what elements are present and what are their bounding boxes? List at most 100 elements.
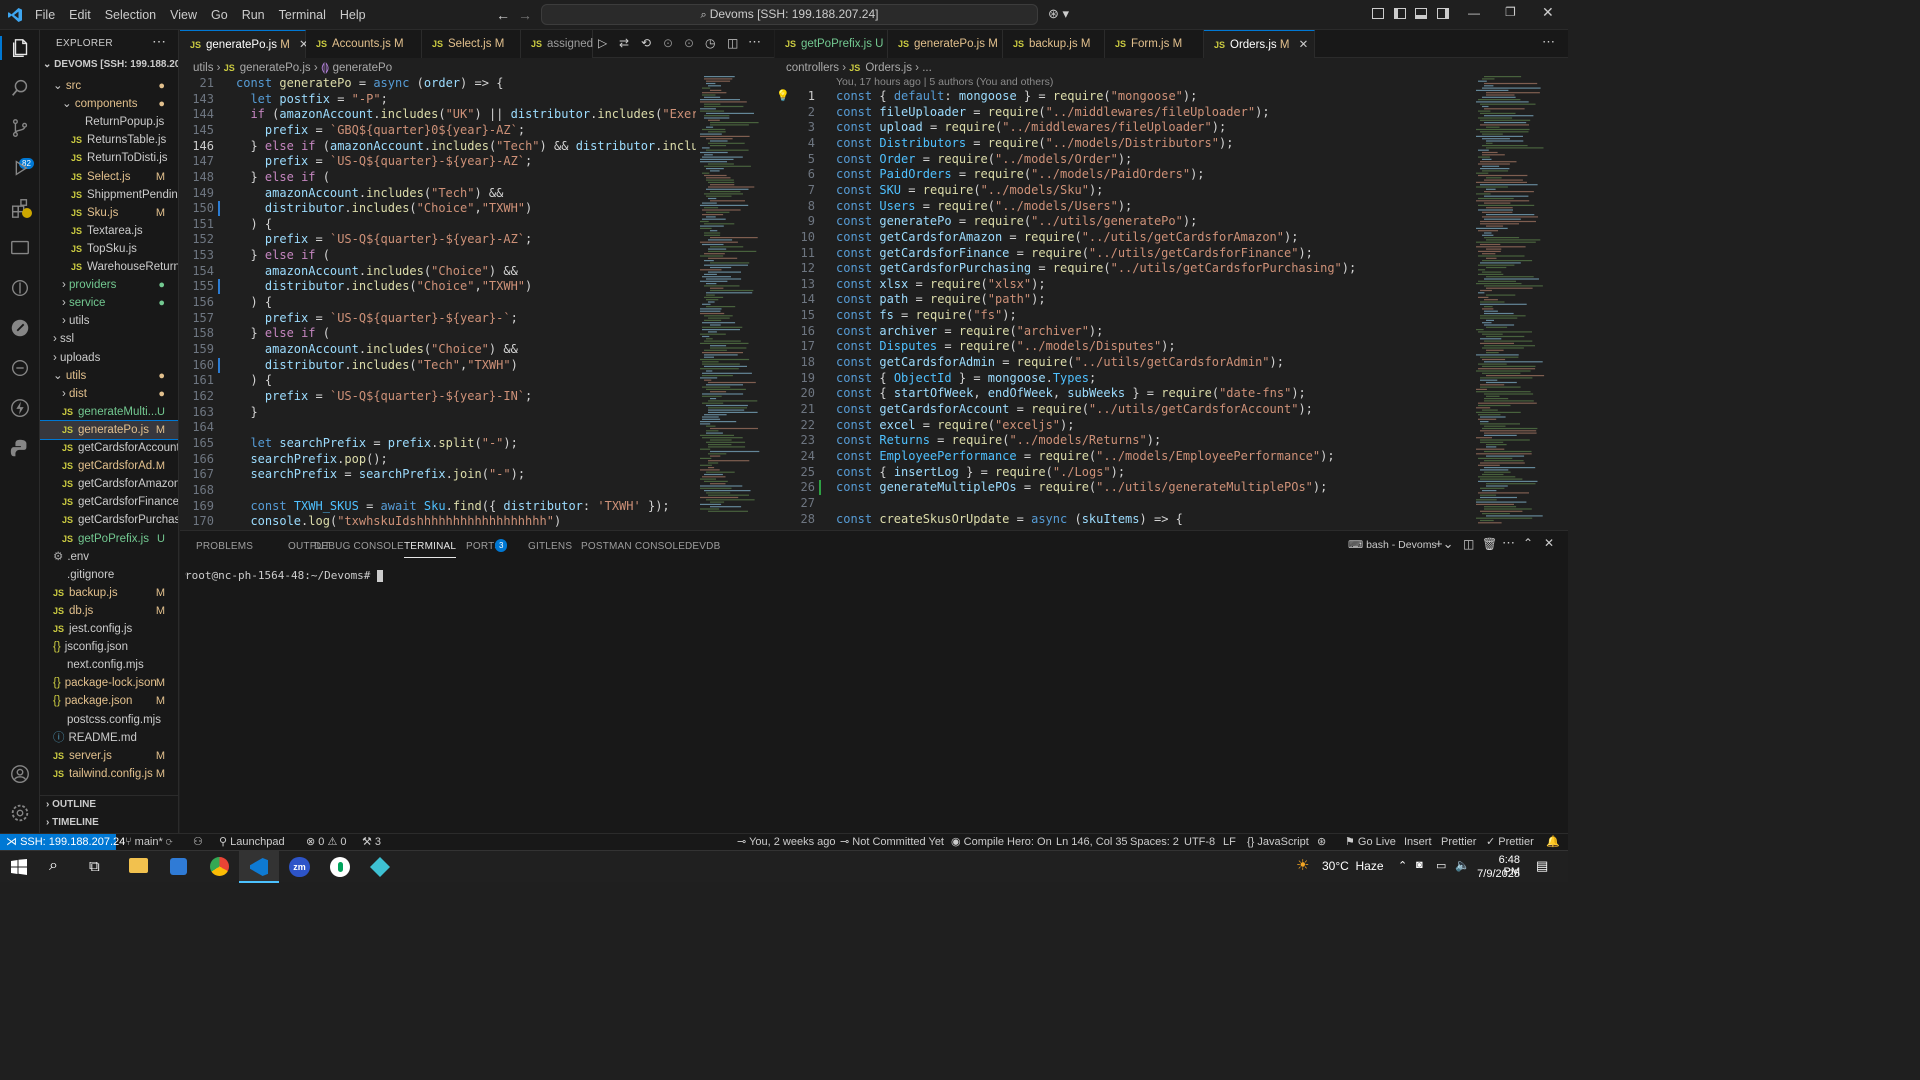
insert-mode[interactable]: Insert: [1404, 834, 1432, 850]
code-line[interactable]: } else if (: [236, 170, 330, 186]
windows-start-icon[interactable]: [11, 859, 27, 878]
file-explorer-icon[interactable]: [129, 858, 148, 873]
code-line[interactable]: const TXWH_SKUS = await Sku.find({ distr…: [236, 499, 669, 515]
code-line[interactable]: const PaidOrders = require("../models/Pa…: [836, 167, 1205, 183]
editor-tab[interactable]: JS generatePo.js M: [888, 30, 1003, 58]
breadcrumb-symbol[interactable]: generatePo: [333, 62, 392, 74]
copilot-icon[interactable]: ⊛ ▾: [1048, 6, 1069, 22]
file-tree-item[interactable]: › providers ●: [40, 276, 178, 294]
code-line[interactable]: const xlsx = require("xlsx");: [836, 277, 1046, 293]
file-tree-item[interactable]: ⓘ README.md: [40, 729, 178, 747]
menu-help[interactable]: Help: [333, 8, 373, 22]
code-line[interactable]: prefix = `US-Q${quarter}-${year}-AZ`;: [236, 232, 532, 248]
weather-text[interactable]: 30°C Haze: [1322, 859, 1384, 873]
code-line[interactable]: const getCardsforAmazon = require("../ut…: [836, 230, 1298, 246]
code-line[interactable]: const path = require("path");: [836, 292, 1046, 308]
file-tree-item[interactable]: JS Sku.js M: [40, 204, 178, 222]
file-tree-item[interactable]: next.config.mjs: [40, 656, 178, 674]
split-terminal-icon[interactable]: ◫: [1463, 537, 1474, 551]
launchpad[interactable]: ⚲ Launchpad: [219, 834, 285, 850]
manage-gear-icon[interactable]: [8, 801, 32, 825]
more-actions-icon[interactable]: ⋯: [1502, 535, 1515, 551]
minimize-icon[interactable]: —: [1468, 6, 1480, 20]
code-line[interactable]: console.log("txwhskuIdshhhhhhhhhhhhhhhhh…: [236, 514, 561, 530]
file-tree-item[interactable]: › ssl: [40, 330, 178, 348]
code-line[interactable]: const getCardsforPurchasing = require(".…: [836, 261, 1356, 277]
previous-change-icon[interactable]: ⊙: [663, 36, 673, 50]
file-tree-item[interactable]: ⌄ src ●: [40, 77, 178, 95]
forward-arrow-icon[interactable]: →: [518, 7, 532, 23]
notifications-bell-icon[interactable]: 🔔: [1546, 834, 1560, 850]
code-line[interactable]: } else if (: [236, 248, 330, 264]
new-terminal-icon[interactable]: +⌄: [1435, 536, 1453, 552]
trash-icon[interactable]: 🗑: [1482, 537, 1497, 551]
panel-tab-gitlens[interactable]: GITLENS: [528, 541, 572, 552]
code-line[interactable]: ) {: [236, 217, 272, 233]
close-icon[interactable]: ✕: [1542, 4, 1554, 21]
toggle-primary-sidebar-icon[interactable]: [1394, 8, 1406, 19]
lightning-icon[interactable]: [8, 396, 32, 420]
code-line[interactable]: prefix = `GBQ${quarter}0${year}-AZ`;: [236, 123, 525, 139]
file-tree-item[interactable]: JS getCardsforAccount.js: [40, 439, 178, 457]
file-tree-item[interactable]: ⚙ .env: [40, 548, 178, 566]
line-ending[interactable]: LF: [1223, 834, 1236, 850]
go-live[interactable]: ⚑ Go Live: [1345, 834, 1396, 850]
search-icon[interactable]: [8, 76, 32, 100]
accounts-icon[interactable]: [8, 762, 32, 786]
editor-tab[interactable]: JS Orders.js M ✕: [1204, 30, 1315, 58]
breadcrumb-file[interactable]: Orders.js: [865, 62, 912, 74]
more-actions-icon[interactable]: ⋯: [748, 34, 761, 50]
file-tree-item[interactable]: JS ShippmentPending...: [40, 186, 178, 204]
source-control-icon[interactable]: [8, 116, 32, 140]
more-actions-icon[interactable]: ⋯: [1542, 34, 1555, 50]
breadcrumb-more[interactable]: ...: [922, 62, 932, 74]
outline-section[interactable]: › OUTLINE: [46, 799, 96, 810]
breadcrumb-utils[interactable]: utils: [193, 62, 213, 74]
code-line[interactable]: const Users = require("../models/Users")…: [836, 199, 1132, 215]
remote-indicator[interactable]: ⋊ SSH: 199.188.207.24: [0, 834, 125, 850]
indentation[interactable]: Spaces: 2: [1130, 834, 1179, 850]
app-icon-2[interactable]: [370, 857, 390, 877]
encoding[interactable]: UTF-8: [1184, 834, 1215, 850]
file-tree-item[interactable]: JS backup.js M: [40, 584, 178, 602]
file-tree-item[interactable]: JS TopSku.js: [40, 240, 178, 258]
close-panel-icon[interactable]: ✕: [1544, 536, 1554, 550]
code-line[interactable]: prefix = `US-Q${quarter}-${year}-IN`;: [236, 389, 532, 405]
file-tree-item[interactable]: JS ReturnsTable.js: [40, 131, 178, 149]
python-icon[interactable]: [8, 436, 32, 460]
notification-center-icon[interactable]: ▤: [1536, 858, 1548, 874]
code-line[interactable]: const EmployeePerformance = require("../…: [836, 449, 1335, 465]
editor-tab[interactable]: JS Accounts.js M: [306, 30, 422, 58]
menu-edit[interactable]: Edit: [62, 8, 98, 22]
code-line[interactable]: const excel = require("exceljs");: [836, 418, 1074, 434]
command-center[interactable]: ⌕ Devoms [SSH: 199.188.207.24]: [541, 4, 1038, 25]
file-tree-item[interactable]: JS server.js M: [40, 747, 178, 765]
left-minimap[interactable]: [696, 72, 774, 530]
postman-icon[interactable]: [8, 316, 32, 340]
sticky-scroll-line[interactable]: const generatePo = async (order) => {: [236, 76, 503, 92]
run-icon[interactable]: ▷: [598, 36, 607, 50]
app-icon[interactable]: [330, 857, 350, 877]
menu-go[interactable]: Go: [204, 8, 235, 22]
source-control-status-icon[interactable]: ⚇: [193, 834, 203, 850]
code-line[interactable]: } else if (amazonAccount.includes("Tech"…: [236, 139, 696, 155]
file-tree-item[interactable]: › dist ●: [40, 385, 178, 403]
compile-hero[interactable]: ◉ Compile Hero: On: [951, 834, 1052, 850]
prettier-status[interactable]: Prettier: [1441, 834, 1476, 850]
terminal-instance[interactable]: ⌨ bash - Devoms: [1348, 539, 1437, 551]
gitlens-icon[interactable]: [8, 276, 32, 300]
file-tree-item[interactable]: JS getCardsforAd... M: [40, 457, 178, 475]
file-tree-item[interactable]: › utils: [40, 312, 178, 330]
code-line[interactable]: const getCardsforAdmin = require("../uti…: [836, 355, 1284, 371]
menu-selection[interactable]: Selection: [98, 8, 163, 22]
timeline-section[interactable]: › TIMELINE: [46, 817, 99, 828]
file-tree-item[interactable]: JS jest.config.js: [40, 620, 178, 638]
code-line[interactable]: amazonAccount.includes("Tech") &&: [236, 186, 503, 202]
file-tree-item[interactable]: .gitignore: [40, 566, 178, 584]
editor-tab[interactable]: JS Select.js M: [422, 30, 521, 58]
more-actions-icon[interactable]: ⋯: [152, 33, 166, 50]
code-line[interactable]: } else if (: [236, 326, 330, 342]
editor-tab[interactable]: JS getPoPrefix.js U: [775, 30, 888, 58]
toggle-panel-icon[interactable]: [1415, 8, 1427, 19]
file-tree-item[interactable]: JS db.js M: [40, 602, 178, 620]
